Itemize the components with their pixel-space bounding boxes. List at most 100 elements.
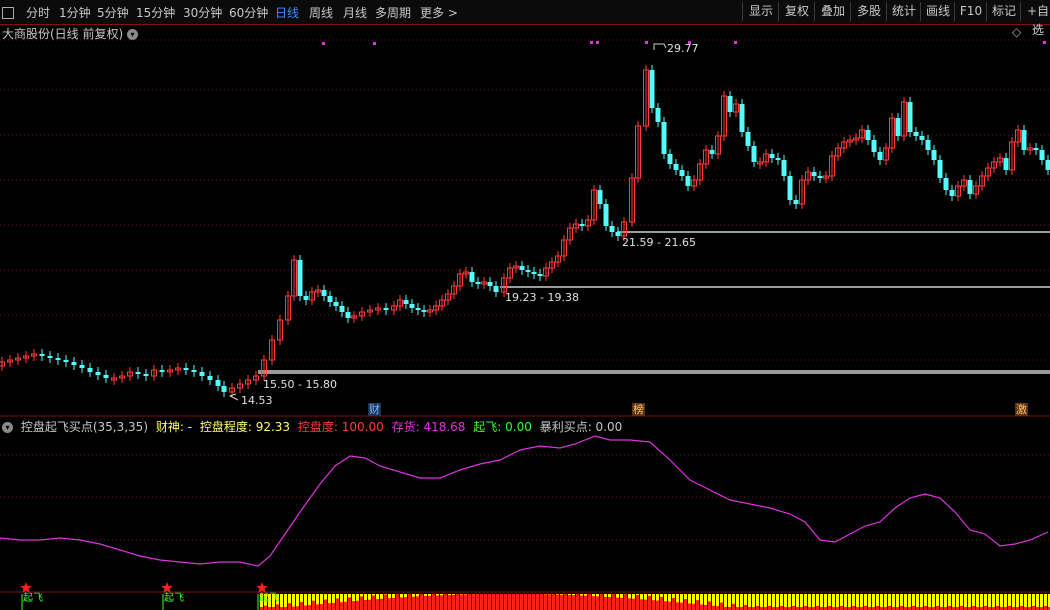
control-bar-red: [696, 600, 699, 610]
signal-dot: [590, 41, 593, 44]
control-bar-red: [720, 602, 723, 610]
indicator-name[interactable]: 控盘起飞买点(35,3,35): [21, 420, 148, 434]
candle-body: [913, 132, 919, 136]
control-bar-red: [768, 606, 771, 610]
control-bar-red: [528, 594, 531, 610]
control-bar-red: [600, 594, 603, 610]
control-bar-red: [656, 600, 659, 610]
control-bar-red: [816, 606, 819, 610]
control-bar-red: [828, 606, 831, 610]
control-bar-red: [508, 594, 511, 610]
control-bar-red: [628, 598, 631, 610]
control-bar-red: [852, 606, 855, 610]
control-bar-red: [972, 606, 975, 610]
control-bar-red: [500, 594, 503, 610]
candle-body: [191, 370, 197, 372]
event-tag-finance[interactable]: 财: [368, 403, 381, 416]
candle-body: [215, 380, 221, 386]
control-bar-red: [1020, 606, 1023, 610]
control-bar-red: [560, 594, 563, 610]
control-bar-red: [440, 595, 443, 610]
candle-body: [655, 108, 661, 122]
candle-body: [673, 164, 679, 170]
candle-body: [221, 386, 227, 392]
takeoff-signal-3: 起飞: [259, 593, 279, 604]
candle-body: [1003, 158, 1009, 170]
candle-body: [811, 172, 817, 176]
control-bar-red: [668, 601, 671, 610]
candle-body: [39, 354, 45, 356]
candle-body: [739, 104, 745, 132]
candle-body: [1033, 148, 1039, 150]
candle-body: [931, 150, 937, 160]
control-bar-red: [604, 596, 607, 610]
control-bar-red: [332, 602, 335, 610]
candle-body: [615, 232, 621, 236]
control-bar-red: [316, 604, 319, 610]
signal-dot: [373, 42, 376, 45]
control-bar-red: [516, 594, 519, 610]
control-bar-red: [264, 605, 267, 610]
low-price-label: 14.53: [241, 394, 273, 407]
candle-body: [403, 300, 409, 304]
candle-body: [865, 130, 871, 140]
candle-body: [47, 356, 53, 358]
control-bar-red: [452, 594, 455, 610]
control-bar-red: [320, 603, 323, 610]
control-bar-red: [640, 599, 643, 610]
control-bar-red: [448, 594, 451, 610]
control-bar-red: [520, 594, 523, 610]
candle-body: [679, 170, 685, 176]
control-bar-red: [612, 594, 615, 610]
candle-body: [327, 296, 333, 302]
indicator-menu-icon[interactable]: ▾: [2, 422, 13, 433]
control-bar-red: [524, 594, 527, 610]
candle-body: [421, 310, 427, 312]
candle-body: [925, 140, 931, 150]
kline-chart[interactable]: [0, 0, 1050, 610]
candle-body: [183, 368, 189, 370]
event-tag-ranking[interactable]: 榜: [632, 403, 645, 416]
control-bar-red: [296, 606, 299, 610]
candle-body: [1039, 150, 1045, 160]
candle-body: [63, 360, 69, 362]
control-bar-red: [588, 594, 591, 610]
control-bar-red: [876, 606, 879, 610]
control-bar-red: [376, 599, 379, 610]
control-bar-red: [468, 594, 471, 610]
zone-label-3: 21.59 - 21.65: [622, 236, 696, 249]
candle-body: [531, 272, 537, 274]
candle-body: [345, 312, 351, 318]
control-bar-red: [360, 596, 363, 610]
candle-body: [967, 180, 973, 194]
control-bar-red: [436, 595, 439, 610]
signal-dot: [645, 41, 648, 44]
control-bar-red: [432, 594, 435, 610]
control-bar-red: [356, 600, 359, 610]
control-value: 控盘度: 100.00: [297, 420, 384, 434]
control-bar-red: [1032, 606, 1035, 610]
candle-body: [751, 146, 757, 162]
control-bar-red: [652, 600, 655, 610]
control-bar-red: [712, 605, 715, 610]
event-tag-stimulus[interactable]: 激: [1015, 403, 1028, 416]
candle-body: [71, 362, 77, 365]
candle-body: [649, 70, 655, 108]
control-bar-red: [444, 594, 447, 610]
candle-body: [817, 176, 823, 178]
takeoff-signal-1: 起飞: [23, 593, 43, 604]
candle-body: [487, 282, 493, 286]
control-bar-red: [632, 598, 635, 610]
control-bar-red: [480, 594, 483, 610]
candle-body: [55, 358, 61, 360]
control-bar-red: [540, 594, 543, 610]
support-zone-1: [258, 370, 1050, 374]
candle-body: [303, 296, 309, 300]
control-bar-red: [504, 594, 507, 610]
candle-body: [333, 302, 339, 306]
candle-body: [895, 118, 901, 136]
control-bar-red: [364, 600, 367, 610]
candle-body: [537, 274, 543, 276]
control-bar-red: [420, 594, 423, 610]
takeoff-signal-2: 起飞: [164, 593, 184, 604]
